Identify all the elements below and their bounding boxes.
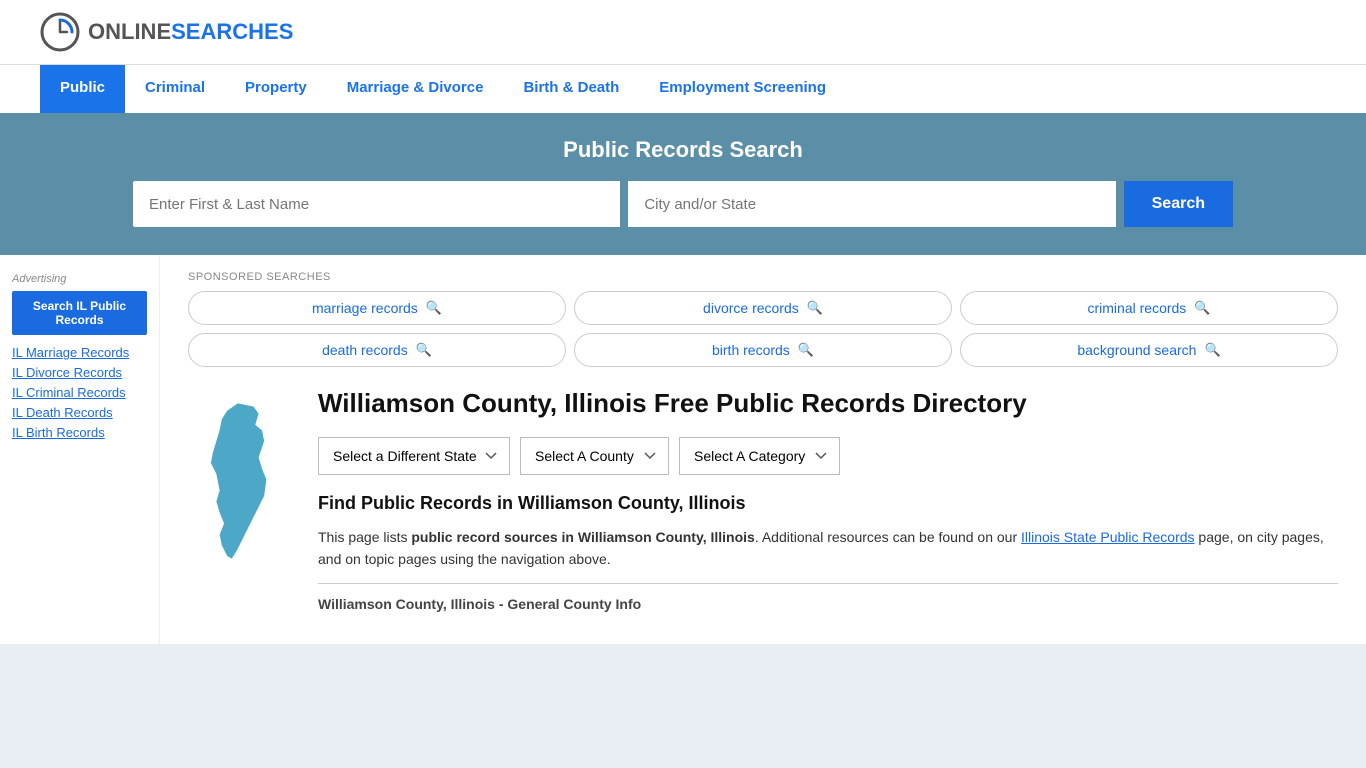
sponsored-text-divorce: divorce records xyxy=(703,300,799,316)
sidebar-link-death[interactable]: IL Death Records xyxy=(12,405,147,420)
nav-item-birth-death[interactable]: Birth & Death xyxy=(503,65,639,113)
sponsored-item-death[interactable]: death records 🔍 xyxy=(188,333,566,367)
county-title-block: Williamson County, Illinois Free Public … xyxy=(318,387,1338,612)
main-wrapper: Advertising Search IL Public Records IL … xyxy=(0,255,1366,644)
nav-item-employment[interactable]: Employment Screening xyxy=(639,65,846,113)
sponsored-item-marriage[interactable]: marriage records 🔍 xyxy=(188,291,566,325)
sponsored-item-birth[interactable]: birth records 🔍 xyxy=(574,333,952,367)
logo-icon xyxy=(40,12,80,52)
sponsored-text-background: background search xyxy=(1077,342,1196,358)
search-icon-divorce: 🔍 xyxy=(807,300,823,316)
nav-item-property[interactable]: Property xyxy=(225,65,327,113)
search-bar: Search xyxy=(133,181,1233,227)
search-icon-criminal: 🔍 xyxy=(1194,300,1210,316)
sponsored-item-criminal[interactable]: criminal records 🔍 xyxy=(960,291,1338,325)
search-icon-birth: 🔍 xyxy=(798,342,814,358)
logo-text: ONLINESEARCHES xyxy=(88,19,293,45)
category-dropdown[interactable]: Select A Category xyxy=(679,437,840,475)
advertising-label: Advertising xyxy=(12,273,147,285)
search-banner: Public Records Search Search xyxy=(0,113,1366,255)
search-icon-marriage: 🔍 xyxy=(426,300,442,316)
logo[interactable]: ONLINESEARCHES xyxy=(40,12,293,52)
description-text: This page lists public record sources in… xyxy=(318,526,1338,571)
search-icon-death: 🔍 xyxy=(416,342,432,358)
search-button[interactable]: Search xyxy=(1124,181,1233,227)
find-records-title: Find Public Records in Williamson County… xyxy=(318,493,1338,514)
sidebar: Advertising Search IL Public Records IL … xyxy=(0,255,160,644)
nav-item-marriage-divorce[interactable]: Marriage & Divorce xyxy=(327,65,504,113)
nav-item-public[interactable]: Public xyxy=(40,65,125,113)
header: ONLINESEARCHES xyxy=(0,0,1366,64)
content-area: SPONSORED SEARCHES marriage records 🔍 di… xyxy=(160,255,1366,644)
il-state-link[interactable]: Illinois State Public Records xyxy=(1021,529,1195,545)
sponsored-item-divorce[interactable]: divorce records 🔍 xyxy=(574,291,952,325)
nav-item-criminal[interactable]: Criminal xyxy=(125,65,225,113)
county-dropdown[interactable]: Select A County xyxy=(520,437,669,475)
dropdown-row: Select a Different State Select A County… xyxy=(318,437,1338,475)
search-icon-background: 🔍 xyxy=(1204,342,1220,358)
sidebar-link-divorce[interactable]: IL Divorce Records xyxy=(12,365,147,380)
name-input[interactable] xyxy=(133,181,620,227)
sidebar-link-birth[interactable]: IL Birth Records xyxy=(12,425,147,440)
sidebar-promo-button[interactable]: Search IL Public Records xyxy=(12,291,147,335)
sponsored-label: SPONSORED SEARCHES xyxy=(188,271,1338,283)
sponsored-text-marriage: marriage records xyxy=(312,300,418,316)
search-banner-title: Public Records Search xyxy=(40,137,1326,163)
sidebar-link-marriage[interactable]: IL Marriage Records xyxy=(12,345,147,360)
sponsored-text-criminal: criminal records xyxy=(1088,300,1187,316)
sponsored-item-background[interactable]: background search 🔍 xyxy=(960,333,1338,367)
sponsored-text-death: death records xyxy=(322,342,408,358)
page-title: Williamson County, Illinois Free Public … xyxy=(318,387,1338,421)
general-info-header: Williamson County, Illinois - General Co… xyxy=(318,583,1338,612)
sidebar-link-criminal[interactable]: IL Criminal Records xyxy=(12,385,147,400)
main-nav: Public Criminal Property Marriage & Divo… xyxy=(0,64,1366,113)
state-dropdown[interactable]: Select a Different State xyxy=(318,437,510,475)
sponsored-text-birth: birth records xyxy=(712,342,790,358)
location-input[interactable] xyxy=(628,181,1115,227)
illinois-map xyxy=(188,397,298,573)
county-section: Williamson County, Illinois Free Public … xyxy=(188,387,1338,612)
sponsored-grid: marriage records 🔍 divorce records 🔍 cri… xyxy=(188,291,1338,367)
